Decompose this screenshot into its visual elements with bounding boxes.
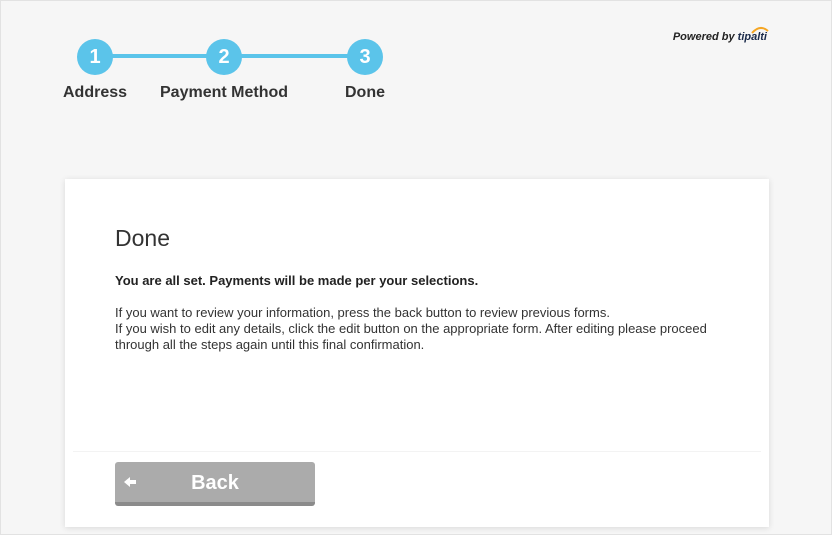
back-button[interactable]: Back — [115, 462, 315, 506]
step-connector-1-2 — [111, 54, 207, 58]
card-subtitle: You are all set. Payments will be made p… — [115, 273, 479, 288]
step-3-circle[interactable]: 3 — [347, 39, 383, 75]
brand-arc-icon — [751, 27, 769, 34]
step-2-circle[interactable]: 2 — [206, 39, 242, 75]
powered-by-text: Powered by — [672, 31, 735, 43]
powered-by-logo: Powered by tipalti — [672, 27, 769, 43]
progress-stepper: 1 2 3 Address Payment Method Done — [1, 1, 832, 131]
confirmation-card: Done You are all set. Payments will be m… — [65, 179, 769, 527]
brand-name: tipalti — [738, 27, 769, 43]
step-connector-2-3 — [241, 54, 349, 58]
step-1-label[interactable]: Address — [63, 84, 127, 102]
back-button-label: Back — [191, 472, 239, 494]
card-title: Done — [115, 225, 170, 251]
card-body: If you want to review your information, … — [115, 305, 725, 353]
card-body-line-2: If you wish to edit any details, click t… — [115, 321, 707, 352]
step-3-label[interactable]: Done — [345, 84, 385, 102]
card-body-line-1: If you want to review your information, … — [115, 305, 610, 320]
step-1-circle[interactable]: 1 — [77, 39, 113, 75]
card-divider — [73, 451, 761, 452]
step-2-label[interactable]: Payment Method — [160, 84, 288, 102]
